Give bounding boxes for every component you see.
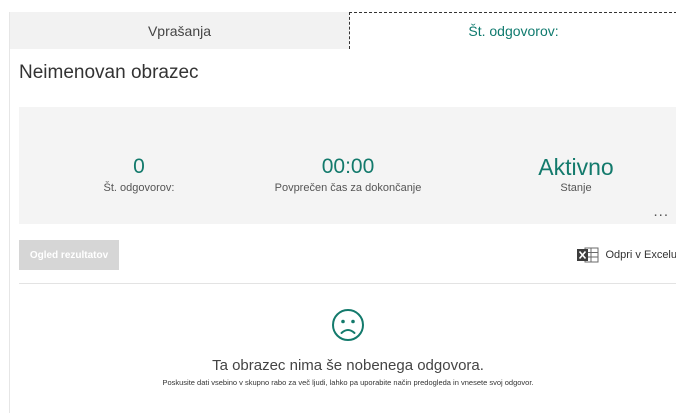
average-time-value: 00:00 xyxy=(321,155,375,178)
view-results-button[interactable]: Ogled rezultatov xyxy=(19,240,119,270)
open-in-excel-label: Odpri v Excelu xyxy=(605,249,676,261)
divider xyxy=(19,283,676,284)
responses-page: Vprašanja Št. odgovorov: Neimenovan obra… xyxy=(9,12,676,413)
sad-face-icon xyxy=(332,309,364,341)
response-count-label: Št. odgovorov: xyxy=(103,182,175,194)
tab-questions[interactable]: Vprašanja xyxy=(10,12,349,49)
empty-state-hint: Poskusite dati vsebino v skupno rabo za … xyxy=(162,378,534,387)
open-in-excel-button[interactable]: Odpri v Excelu xyxy=(577,246,676,264)
average-time-label: Povprečen čas za dokončanje xyxy=(274,182,422,194)
stat-response-count: 0 Št. odgovorov: xyxy=(19,155,259,194)
more-options-icon[interactable]: ... xyxy=(653,203,669,220)
form-title: Neimenovan obrazec xyxy=(19,62,199,83)
status-value: Aktivno xyxy=(538,154,614,180)
stats-panel: 0 Št. odgovorov: 00:00 Povprečen čas za … xyxy=(19,107,676,224)
excel-icon xyxy=(577,247,599,263)
stat-status: Aktivno Stanje xyxy=(456,155,676,194)
tab-responses[interactable]: Št. odgovorov: xyxy=(349,12,676,49)
stat-average-time: 00:00 Povprečen čas za dokončanje xyxy=(228,155,468,194)
tab-bar: Vprašanja Št. odgovorov: xyxy=(10,12,676,49)
empty-state: Ta obrazec nima še nobenega odgovora. Po… xyxy=(19,308,676,387)
status-label: Stanje xyxy=(560,182,592,194)
response-count-value: 0 xyxy=(133,155,145,178)
empty-state-title: Ta obrazec nima še nobenega odgovora. xyxy=(212,357,484,374)
